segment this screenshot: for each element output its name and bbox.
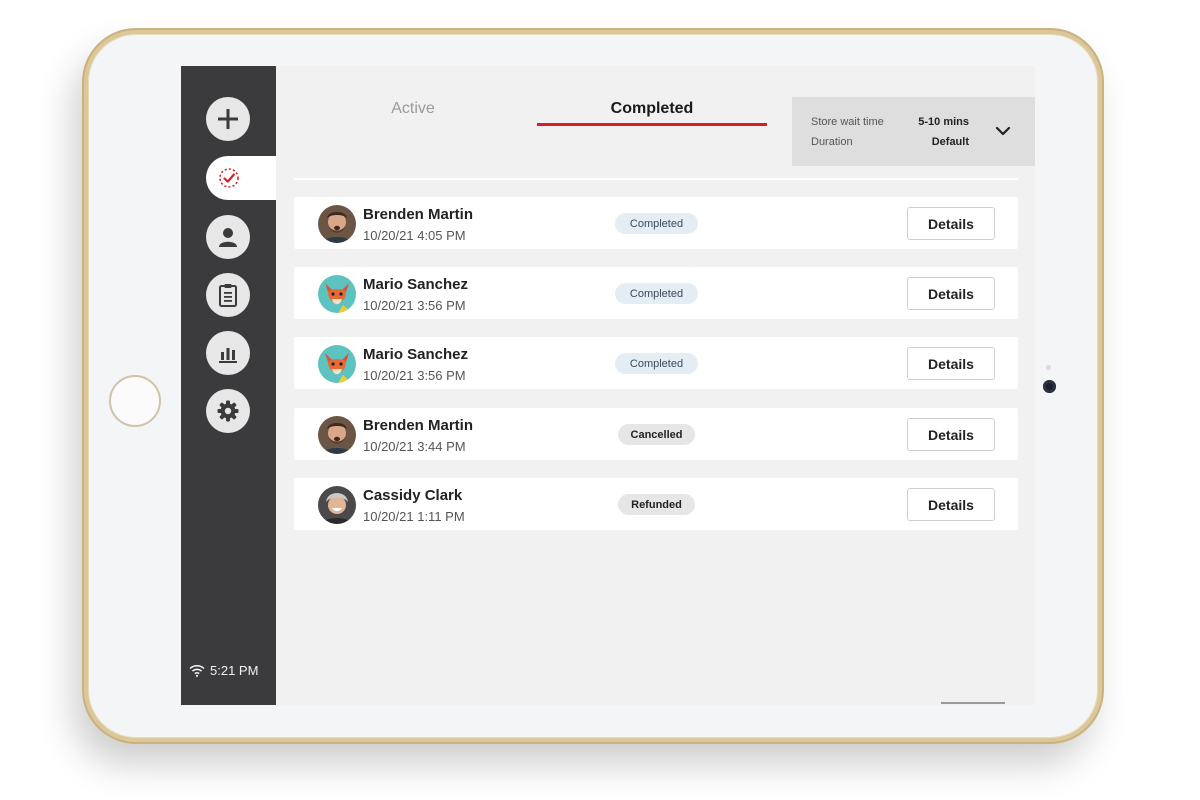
camera-icon — [1043, 380, 1056, 393]
customer-name: Brenden Martin — [363, 206, 474, 223]
details-button[interactable]: Details — [907, 347, 995, 380]
order-time: 10/20/21 3:56 PM — [363, 368, 466, 383]
wait-time-dropdown[interactable]: Store wait time 5-10 mins Duration Defau… — [792, 97, 1035, 166]
man-avatar — [318, 205, 356, 243]
user-icon — [219, 228, 237, 247]
sidebar: 5:21 PM — [181, 66, 276, 705]
home-button[interactable] — [109, 375, 161, 427]
status-badge: Refunded — [618, 494, 695, 515]
status-badge: Cancelled — [618, 424, 695, 445]
nav-settings[interactable] — [206, 389, 250, 433]
gear-icon — [217, 400, 239, 422]
order-time: 10/20/21 3:56 PM — [363, 298, 466, 313]
duration-label: Duration — [811, 136, 853, 148]
man-avatar — [318, 416, 356, 454]
app-screen: 5:21 PM Active Completed Store wait time… — [181, 66, 1035, 705]
order-row[interactable]: Cassidy Clark 10/20/21 1:11 PM Refunded … — [294, 478, 1018, 530]
order-row[interactable]: Brenden Martin 10/20/21 4:05 PM Complete… — [294, 197, 1018, 249]
add-order-button[interactable] — [206, 97, 250, 141]
customer-name: Cassidy Clark — [363, 487, 463, 504]
status-badge: Completed — [615, 213, 698, 234]
order-time: 10/20/21 1:11 PM — [363, 509, 465, 524]
order-row[interactable]: Mario Sanchez 10/20/21 3:56 PM Completed… — [294, 267, 1018, 319]
details-button[interactable]: Details — [907, 418, 995, 451]
check-timer-icon — [219, 168, 239, 188]
nav-reports[interactable] — [206, 331, 250, 375]
chevron-down-icon — [995, 126, 1011, 136]
order-time: 10/20/21 3:44 PM — [363, 439, 466, 454]
order-time: 10/20/21 4:05 PM — [363, 228, 466, 243]
nav-completed-orders[interactable] — [206, 156, 276, 200]
order-row[interactable]: Mario Sanchez 10/20/21 3:56 PM Completed… — [294, 337, 1018, 389]
sensor-dot — [1046, 365, 1051, 370]
customer-name: Mario Sanchez — [363, 346, 469, 363]
status-badge: Completed — [615, 283, 698, 304]
details-button[interactable]: Details — [907, 207, 995, 240]
clipboard-icon — [219, 284, 237, 307]
wifi-icon — [189, 664, 205, 677]
store-wait-value: 5-10 mins — [918, 116, 969, 128]
customer-name: Mario Sanchez — [363, 276, 469, 293]
plus-icon — [218, 109, 238, 129]
nav-customers[interactable] — [206, 215, 250, 259]
fox-avatar — [318, 275, 356, 313]
details-button[interactable]: Details — [907, 488, 995, 521]
status-time: 5:21 PM — [210, 663, 259, 678]
home-indicator — [941, 702, 1005, 704]
order-row[interactable]: Brenden Martin 10/20/21 3:44 PM Cancelle… — [294, 408, 1018, 460]
status-bar: 5:21 PM — [189, 663, 258, 678]
tab-active[interactable]: Active — [363, 100, 463, 118]
woman-avatar — [318, 486, 356, 524]
status-badge: Completed — [615, 353, 698, 374]
nav-orders-list[interactable] — [206, 273, 250, 317]
details-button[interactable]: Details — [907, 277, 995, 310]
duration-value: Default — [931, 136, 969, 148]
tab-completed[interactable]: Completed — [602, 100, 702, 118]
bar-chart-icon — [219, 348, 237, 363]
active-tab-indicator — [537, 123, 767, 126]
list-divider — [294, 178, 1018, 180]
fox-avatar — [318, 345, 356, 383]
store-wait-label: Store wait time — [811, 116, 884, 128]
customer-name: Brenden Martin — [363, 417, 474, 434]
